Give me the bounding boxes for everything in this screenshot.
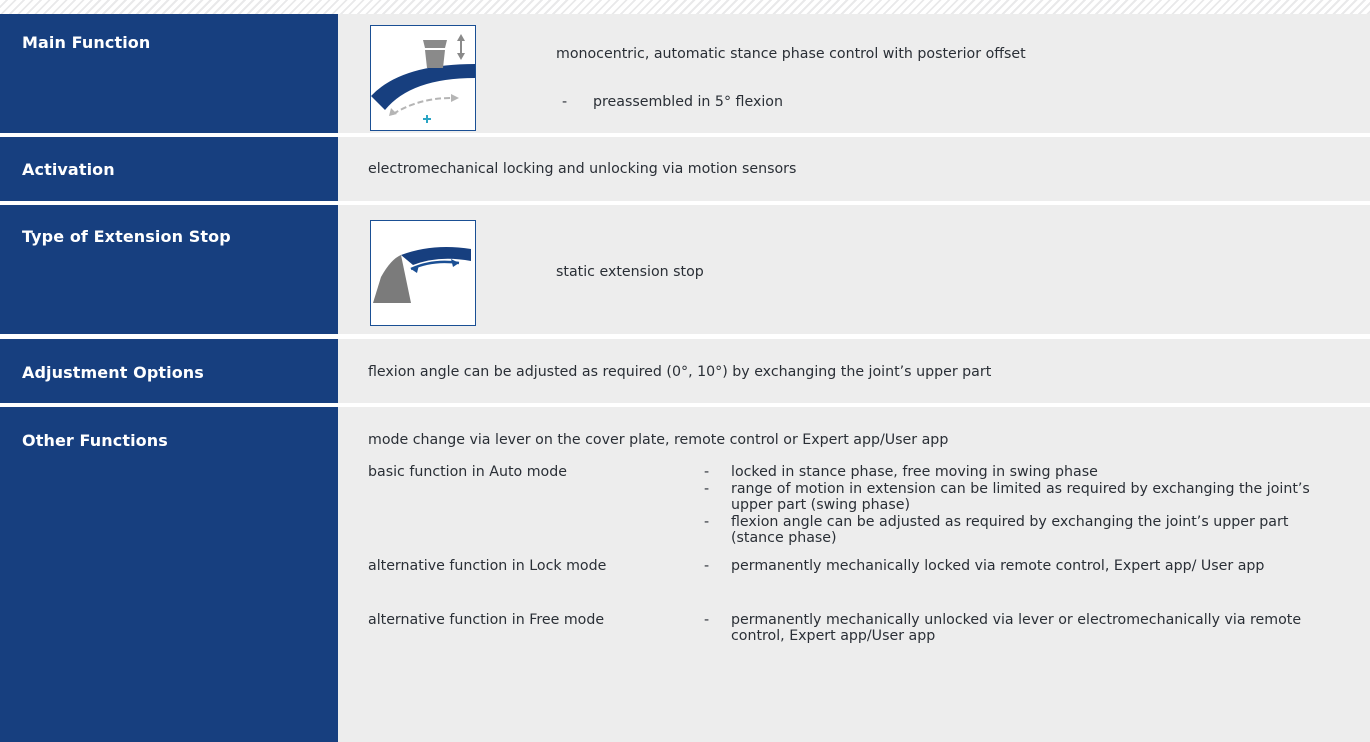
bullet-dash: - xyxy=(562,94,568,110)
mode-name-auto: basic function in Auto mode xyxy=(368,464,567,480)
row-adjustment-options: Adjustment Options flexion angle can be … xyxy=(0,339,1370,403)
row-content-main-function: monocentric, automatic stance phase cont… xyxy=(338,14,1370,133)
main-function-description: monocentric, automatic stance phase cont… xyxy=(556,46,1026,62)
lock-mode-item-1: permanently mechanically locked via remo… xyxy=(731,558,1265,574)
bullet-dash: - xyxy=(704,514,710,530)
knee-joint-stance-control-icon xyxy=(370,25,476,131)
bullet-dash: - xyxy=(704,612,710,628)
bullet-dash: - xyxy=(704,558,710,574)
auto-mode-item-3: flexion angle can be adjusted as require… xyxy=(731,514,1289,546)
activation-description: electromechanical locking and unlocking … xyxy=(368,161,797,177)
auto-mode-item-2: range of motion in extension can be limi… xyxy=(731,481,1310,513)
row-label-adjustment-options: Adjustment Options xyxy=(0,339,338,403)
bullet-dash: - xyxy=(704,464,710,480)
mode-name-free: alternative function in Free mode xyxy=(368,612,605,628)
row-label-extension-stop: Type of Extension Stop xyxy=(0,205,338,334)
row-content-extension-stop: static extension stop xyxy=(338,205,1370,334)
bullet-dash: - xyxy=(704,481,710,497)
other-functions-intro: mode change via lever on the cover plate… xyxy=(368,432,949,448)
decorative-top-band xyxy=(0,0,1370,14)
row-main-function: Main Function monocentric, automatic sta… xyxy=(0,14,1370,133)
free-mode-item-1: permanently mechanically unlocked via le… xyxy=(731,612,1302,644)
row-label-other-functions: Other Functions xyxy=(0,407,338,742)
row-content-other-functions: mode change via lever on the cover plate… xyxy=(338,407,1370,742)
row-activation: Activation electromechanical locking and… xyxy=(0,137,1370,201)
extension-stop-description: static extension stop xyxy=(556,264,704,280)
row-content-activation: electromechanical locking and unlocking … xyxy=(338,137,1370,201)
row-label-main-function: Main Function xyxy=(0,14,338,133)
adjustment-description: flexion angle can be adjusted as require… xyxy=(368,364,992,380)
row-content-adjustment-options: flexion angle can be adjusted as require… xyxy=(338,339,1370,403)
auto-mode-item-1: locked in stance phase, free moving in s… xyxy=(731,464,1098,480)
row-label-activation: Activation xyxy=(0,137,338,201)
static-extension-stop-icon xyxy=(370,220,476,326)
mode-name-lock: alternative function in Lock mode xyxy=(368,558,607,574)
main-function-bullet: preassembled in 5° flexion xyxy=(593,94,783,110)
row-other-functions: Other Functions mode change via lever on… xyxy=(0,407,1370,742)
row-extension-stop: Type of Extension Stop static extension … xyxy=(0,205,1370,334)
